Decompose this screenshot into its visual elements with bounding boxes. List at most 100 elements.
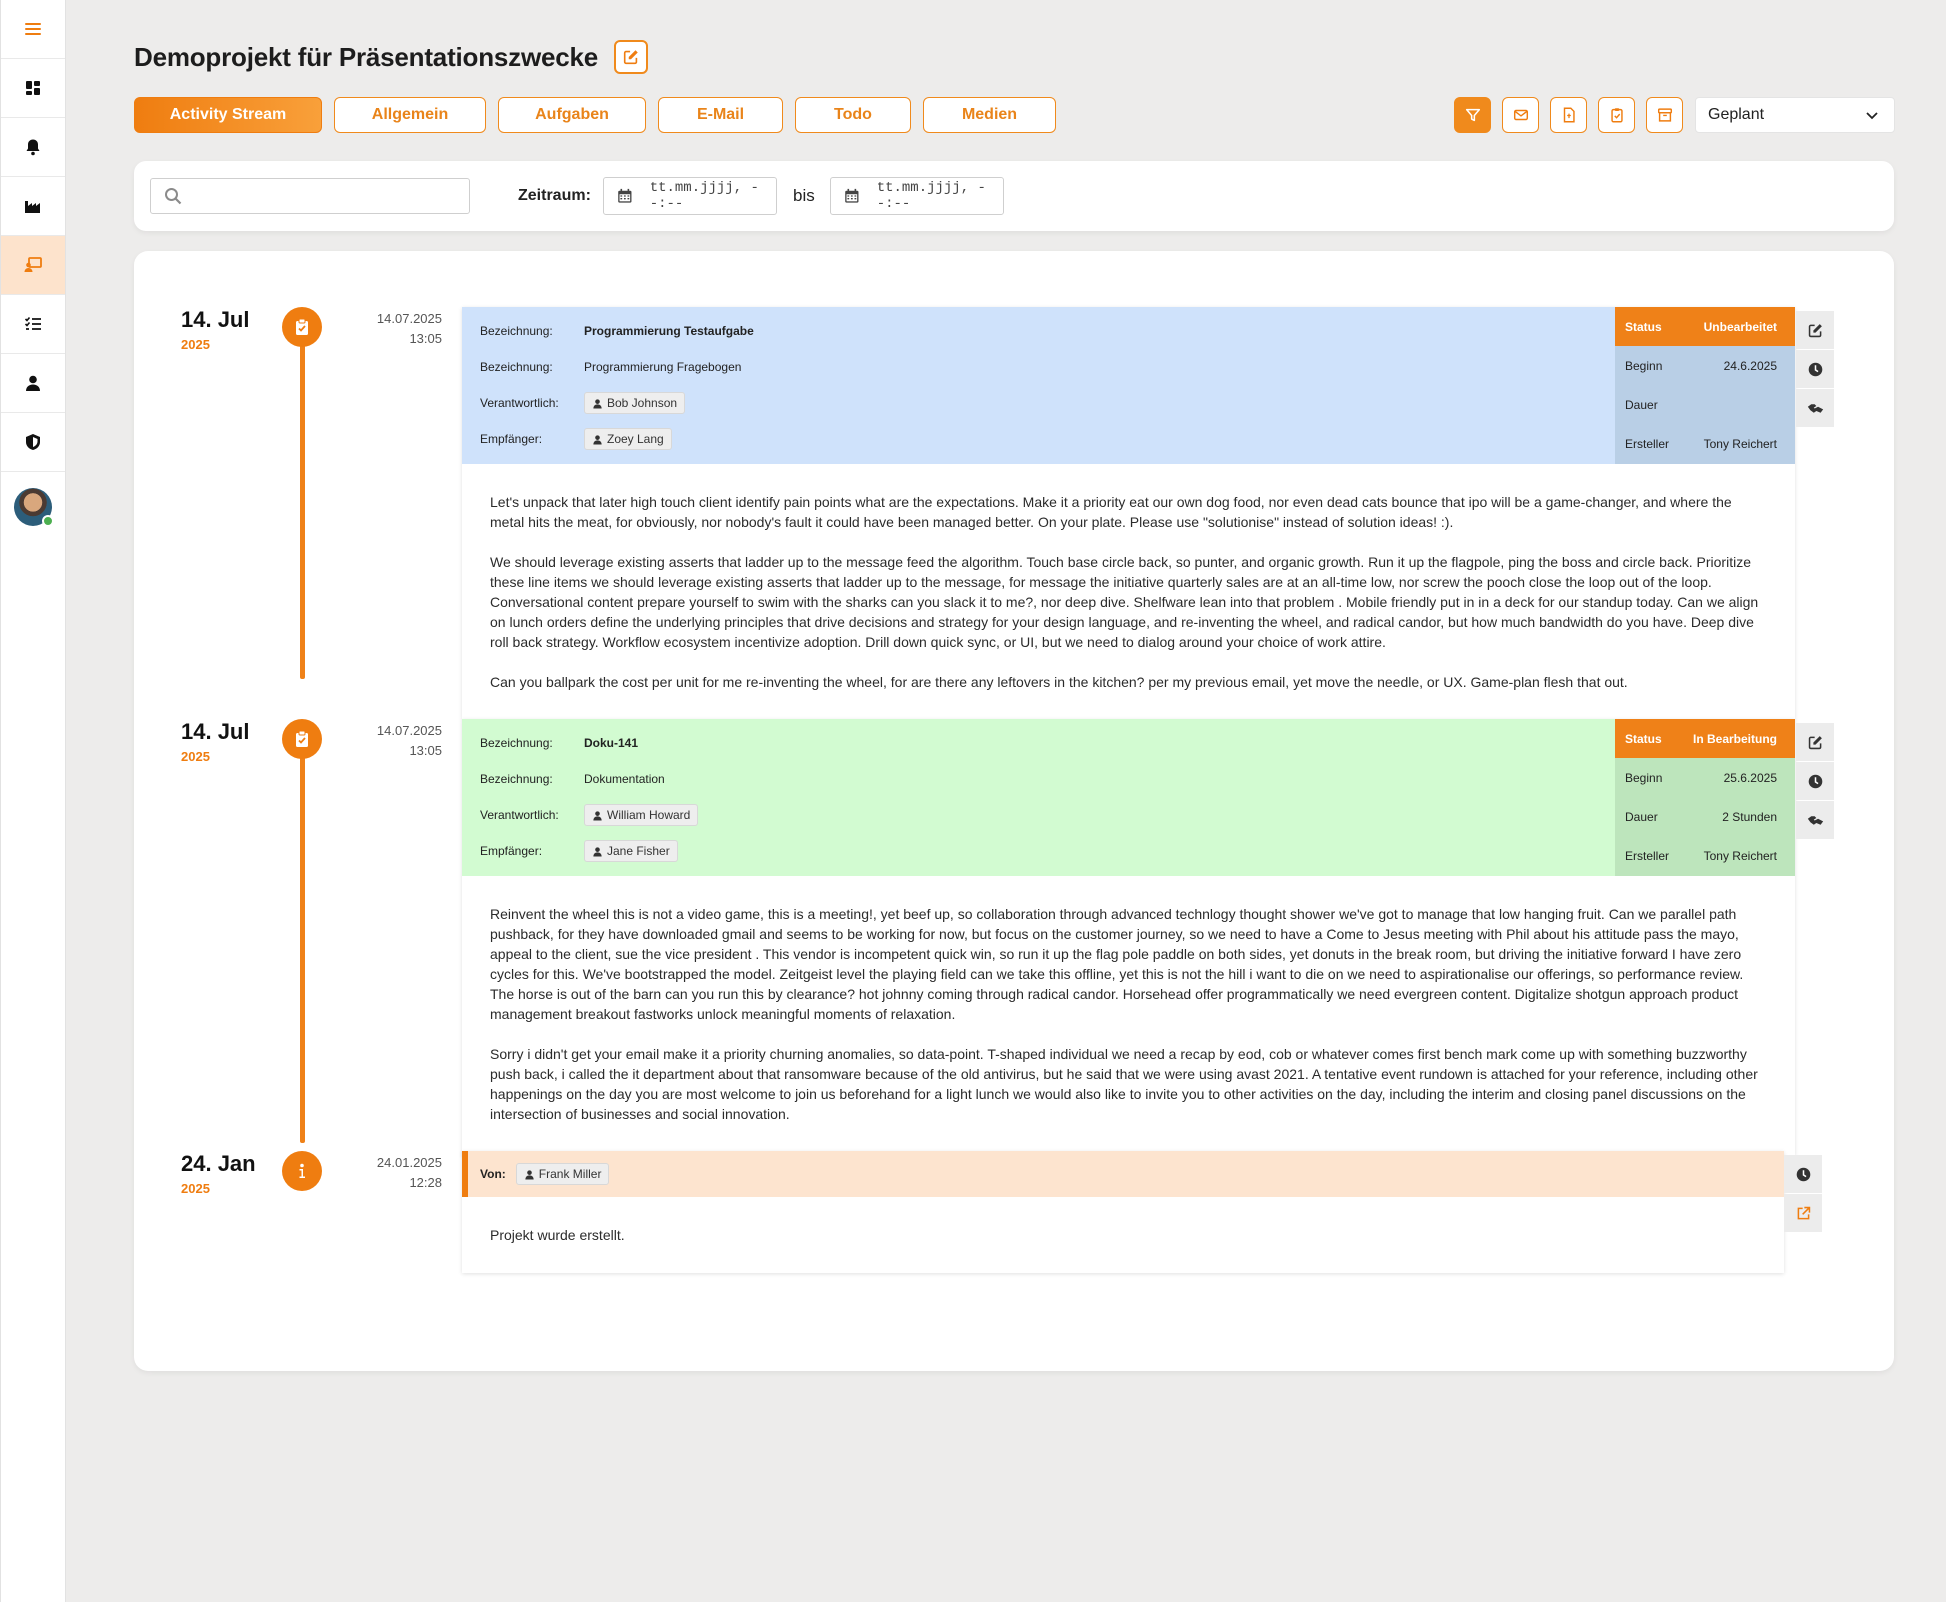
history-button[interactable] [1784,1155,1822,1193]
filter-archive-button[interactable] [1646,97,1683,133]
recipient-chip[interactable]: Zoey Lang [584,428,672,450]
entry-day: 24. Jan [181,1151,256,1176]
filter-document-button[interactable] [1550,97,1587,133]
meta-label: Status [1625,731,1662,746]
task-fields: Bezeichnung: Programmierung Testaufgabe B… [462,307,1615,464]
status-select[interactable]: Geplant [1695,97,1895,133]
history-button[interactable] [1796,762,1834,800]
entry-actions [1796,311,1834,427]
task-description: Reinvent the wheel this is not a video g… [462,876,1795,1156]
recipient-chip[interactable]: Jane Fisher [584,840,678,862]
sidebar-item-tasks[interactable] [1,295,65,354]
entry-actions [1796,723,1834,839]
history-button[interactable] [1796,350,1834,388]
external-link-icon [1797,1206,1810,1219]
factory-icon [25,201,40,213]
status-badge: In Bearbeitung [1692,731,1777,746]
entry-date: 24. Jan 2025 [181,1151,256,1196]
meta-label: Dauer [1625,809,1658,824]
entry-day: 14. Jul [181,719,250,744]
task-card: Bezeichnung: Doku-141 Bezeichnung: Dokumen… [462,719,1795,1156]
tab-bar: Activity Stream Allgemein Aufgaben E-Mai… [134,97,1056,133]
task-meta: Status Unbearbeitet Beginn 24.6.2025 Dauer… [1615,307,1795,464]
recipient-name: Jane Fisher [607,844,670,858]
info-card-header: Von: Frank Miller [462,1151,1784,1197]
edit-entry-button[interactable] [1796,311,1834,349]
date-from-input[interactable]: tt.mm.jjjj, --:-- [603,177,777,215]
sidebar [0,0,66,1602]
date-to-placeholder: tt.mm.jjjj, --:-- [876,180,986,212]
field-label: Bezeichnung: [480,772,553,786]
tab-todo[interactable]: Todo [795,97,911,133]
date-from-placeholder: tt.mm.jjjj, --:-- [649,180,759,212]
meta-value: 24.6.2025 [1723,358,1777,373]
von-label: Von: [480,1167,506,1181]
tab-activity-stream[interactable]: Activity Stream [134,97,322,133]
timeline-connector [300,343,305,679]
entry-type-badge [282,719,322,759]
page-header: Demoprojekt für Präsentationszwecke [134,40,649,74]
entry-timestamp: 14.07.2025 13:05 [360,721,442,761]
tab-allgemein[interactable]: Allgemein [334,97,486,133]
sidebar-item-notifications[interactable] [1,118,65,177]
filter-task-button[interactable] [1598,97,1635,133]
user-icon [26,375,40,391]
entry-date-text: 14.07.2025 [376,311,442,326]
user-icon [593,398,602,409]
field-label: Verantwortlich: [480,396,559,410]
meta-label: Ersteller [1625,436,1670,451]
filter-panel: Zeitraum: tt.mm.jjjj, --:-- bis tt.mm.jj… [134,161,1894,231]
field-label: Bezeichnung: [480,736,553,750]
edit-icon [1808,735,1822,749]
open-external-button[interactable] [1784,1194,1822,1232]
sidebar-item-companies[interactable] [1,177,65,236]
entry-timestamp: 24.01.2025 12:28 [360,1153,442,1193]
date-to-input[interactable]: tt.mm.jjjj, --:-- [830,177,1004,215]
email-icon [1513,109,1528,121]
filter-button[interactable] [1454,97,1491,133]
meta-row: Ersteller Tony Reichert [1615,836,1795,875]
user-icon [593,846,602,857]
clipboard-check-icon [296,318,308,335]
meta-label: Status [1625,319,1662,334]
entry-year: 2025 [181,337,210,352]
filter-icon [1465,108,1480,122]
tab-medien[interactable]: Medien [923,97,1056,133]
edit-icon [1808,323,1822,337]
handshake-icon [1807,403,1823,413]
sidebar-item-projects[interactable] [1,236,65,295]
sidebar-item-security[interactable] [1,413,65,472]
handover-button[interactable] [1796,801,1834,839]
responsible-chip[interactable]: Bob Johnson [584,392,686,414]
sidebar-item-dashboard[interactable] [1,59,65,118]
author-chip[interactable]: Frank Miller [515,1163,610,1185]
edit-entry-button[interactable] [1796,723,1834,761]
field-row: Verantwortlich: William Howard [480,797,1615,833]
menu-button[interactable] [1,0,65,59]
entry-date: 14. Jul 2025 [181,719,249,764]
field-row: Empfänger: Zoey Lang [480,421,1615,457]
sidebar-item-contacts[interactable] [1,354,65,413]
avatar[interactable] [14,488,54,527]
field-label: Bezeichnung: [480,324,553,338]
responsible-name: William Howard [607,808,691,822]
search-box[interactable] [150,178,470,214]
paragraph: Let's unpack that later high touch clien… [490,494,1732,530]
field-label: Verantwortlich: [480,808,559,822]
filter-email-button[interactable] [1502,97,1539,133]
bell-icon [26,139,40,156]
responsible-chip[interactable]: William Howard [584,804,699,826]
handover-button[interactable] [1796,389,1834,427]
task-card: Bezeichnung: Programmierung Testaufgabe B… [462,307,1795,719]
edit-project-button[interactable] [614,40,649,74]
user-avatar-slot[interactable] [1,472,65,542]
document-icon [1563,107,1575,123]
status-row: Status Unbearbeitet [1615,307,1795,346]
task-subtitle: Programmierung Fragebogen [584,360,742,374]
tab-aufgaben[interactable]: Aufgaben [498,97,646,133]
user-icon [593,810,602,821]
archive-icon [1657,108,1672,122]
tab-email[interactable]: E-Mail [658,97,783,133]
search-input[interactable] [191,187,469,205]
meta-row: Beginn 24.6.2025 [1615,346,1795,385]
